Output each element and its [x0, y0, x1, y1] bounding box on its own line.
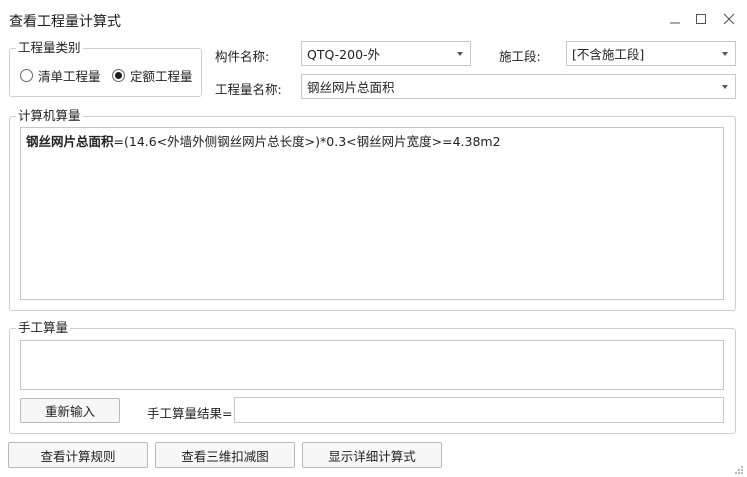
quantity-name-value: 钢丝网片总面积: [307, 80, 395, 95]
radio-label-quota-quantity: 定额工程量: [130, 69, 193, 84]
manual-result-label: 手工算量结果=: [147, 406, 233, 421]
chevron-down-icon: [457, 51, 463, 56]
quantity-name-select[interactable]: 钢丝网片总面积: [301, 74, 736, 99]
radio-quota-quantity[interactable]: 定额工程量: [112, 66, 193, 85]
construction-section-value: [不含施工段]: [572, 47, 645, 62]
formula-body: =(14.6<外墙外侧钢丝网片总长度>)*0.3<钢丝网片宽度>=4.38m2: [113, 134, 501, 149]
component-select[interactable]: QTQ-200-外: [301, 41, 471, 66]
manual-calc-textarea[interactable]: [20, 340, 724, 390]
component-label: 构件名称:: [215, 49, 270, 64]
quantity-name-label: 工程量名称:: [215, 82, 282, 97]
construction-section-label: 施工段:: [499, 49, 541, 64]
computer-calc-textarea[interactable]: 钢丝网片总面积=(14.6<外墙外侧钢丝网片总长度>)*0.3<钢丝网片宽度>=…: [20, 127, 724, 300]
radio-list-quantity[interactable]: 清单工程量: [20, 66, 101, 85]
close-button[interactable]: [718, 8, 740, 30]
chevron-down-icon: [722, 84, 728, 89]
maximize-button[interactable]: [690, 8, 712, 30]
close-icon: [723, 13, 735, 25]
resize-grip-icon[interactable]: [734, 464, 744, 474]
manual-calc-legend: 手工算量: [16, 320, 71, 335]
minimize-icon: [670, 22, 680, 24]
quantity-type-legend: 工程量类别: [16, 40, 83, 55]
formula-name: 钢丝网片总面积: [26, 134, 114, 149]
construction-section-select[interactable]: [不含施工段]: [566, 41, 736, 66]
show-detail-formula-button[interactable]: 显示详细计算式: [302, 442, 442, 468]
computer-calc-legend: 计算机算量: [16, 108, 83, 123]
reenter-button[interactable]: 重新输入: [20, 398, 120, 423]
minimize-button[interactable]: [664, 8, 686, 30]
radio-label-list-quantity: 清单工程量: [38, 69, 101, 84]
formula-text: 钢丝网片总面积=(14.6<外墙外侧钢丝网片总长度>)*0.3<钢丝网片宽度>=…: [21, 128, 723, 156]
component-value: QTQ-200-外: [307, 47, 381, 62]
manual-result-input[interactable]: [234, 397, 724, 423]
radio-unchecked-icon: [20, 69, 33, 82]
radio-checked-icon: [112, 69, 125, 82]
window-title: 查看工程量计算式: [9, 14, 121, 30]
view-3d-deduction-button[interactable]: 查看三维扣减图: [155, 442, 295, 468]
maximize-icon: [696, 14, 706, 24]
chevron-down-icon: [722, 51, 728, 56]
view-rules-button[interactable]: 查看计算规则: [8, 442, 148, 468]
